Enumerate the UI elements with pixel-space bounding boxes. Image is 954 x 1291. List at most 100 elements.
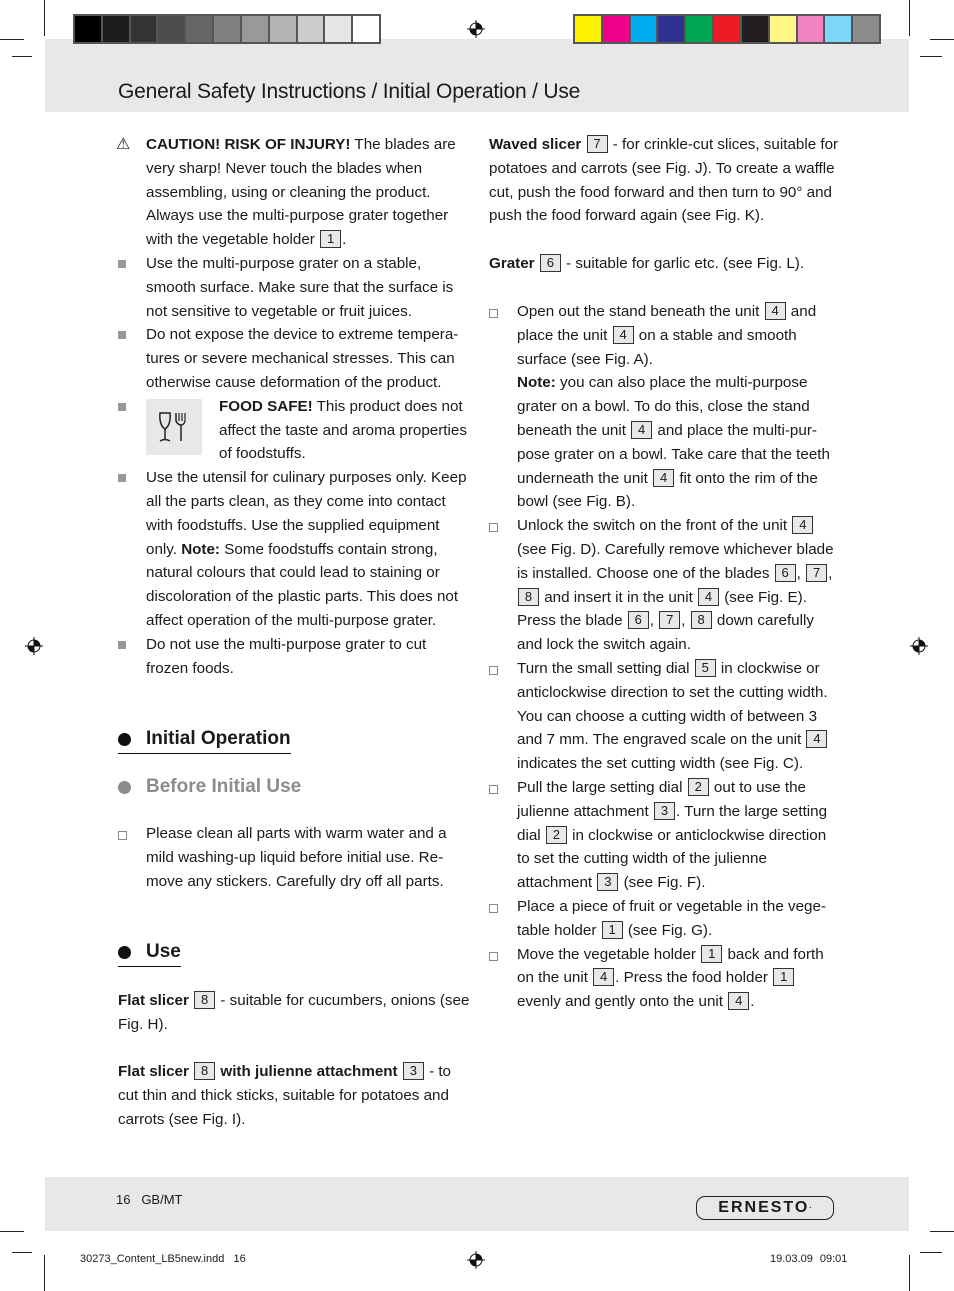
caution-item: ⚠ CAUTION! RISK OF INJURY! The blades ar… [116,133,470,252]
text-run: Flat slicer [118,1063,189,1081]
text-run: Unlock the switch on the front of the un… [517,517,792,535]
food-safe-item: FOOD SAFE! This product does not affect … [118,395,470,466]
checkbox-bullet-icon [489,308,498,318]
bullet-dot-icon [118,781,131,795]
warning-triangle-icon: ⚠ [116,136,131,153]
part-ref: 4 [612,325,634,344]
step-item: Pull the large setting dial 2 out to use… [489,776,841,895]
text-run: Pull the large setting dial [517,778,687,796]
grater-paragraph: Grater 6 - suitable for garlic etc. (see… [489,252,841,276]
text-run: Do not expose the device to extreme temp… [146,326,459,391]
part-ref: 1 [773,968,795,987]
section-heading-before-initial-use: Before Initial Use [118,774,301,800]
grayscale-calibration-bar [73,14,381,44]
part-ref: 6 [774,563,796,582]
text-run: Please clean all parts with warm water a… [146,825,447,890]
color-swatch [241,16,268,42]
text-run: Turn the small setting dial [517,659,694,677]
crop-mark [930,1231,954,1232]
crop-mark [44,1255,45,1291]
text-run: , [828,564,833,582]
checkbox-bullet-icon [118,831,127,841]
text-run: evenly and gently onto the unit [517,993,728,1011]
part-ref: 5 [694,658,716,677]
color-swatch [602,16,629,42]
color-calibration-bar [573,14,881,44]
step-item: Unlock the switch on the front of the un… [489,514,841,657]
text-run: , [681,612,690,630]
square-bullet-icon [118,474,126,483]
checkbox-bullet-icon [489,665,498,675]
text-run: Waved slicer [489,136,582,153]
part-ref: 4 [698,587,720,606]
crop-mark [920,56,942,57]
crop-mark [12,1252,32,1253]
waved-slicer-paragraph: Waved slicer 7 - for crinkle-cut slices,… [489,133,841,228]
text-run: , [649,612,659,630]
color-swatch [186,16,213,42]
slug-datetime: 19.03.09 09:01 [770,1253,848,1265]
text-run: Move the vegetable holder [517,945,701,963]
text-run: , [796,564,806,582]
text-run: Open out the stand beneath the unit [517,302,764,320]
part-ref: 1 [601,920,623,939]
food-safe-title: FOOD SAFE! [219,397,313,415]
text-run: (see Fig. F). [619,874,706,892]
brand-logo: ERNESTO · [696,1196,834,1220]
part-ref: 7 [659,611,681,630]
color-swatch [297,16,324,42]
text-run: . [342,231,347,249]
registration-mark-icon [467,1251,485,1269]
color-swatch [686,16,713,42]
text-run: (see Fig. G). [623,921,713,939]
color-swatch [825,16,852,42]
text-run: . Press the food holder [615,969,773,987]
caution-title: CAUTION! RISK OF INJURY! [146,136,351,153]
crop-mark [12,56,32,57]
part-ref: 4 [792,516,814,535]
part-ref: 1 [701,944,723,963]
slug-file-info: 30273_Content_LB5new.indd 16 [80,1253,246,1265]
crop-mark [0,39,24,40]
part-ref: 4 [764,301,786,320]
part-ref: 4 [728,992,750,1011]
text-run: Grater [489,255,535,273]
color-swatch [853,16,879,42]
crop-mark [920,1252,942,1253]
step-item: Move the vegetable holder 1 back and for… [489,943,841,1014]
color-swatch [353,16,379,42]
part-ref: 1 [320,230,342,249]
part-ref: 2 [545,825,567,844]
registration-mark-icon [910,637,928,655]
section-heading-initial-operation: Initial Operation [118,726,291,755]
color-swatch [75,16,101,42]
checkbox-bullet-icon [489,784,498,794]
part-ref: 3 [653,801,675,820]
color-swatch [741,16,768,42]
color-swatch [130,16,157,42]
text-run: with julienne attachment [220,1063,398,1081]
part-ref: 7 [586,135,608,153]
step-item: Open out the stand beneath the unit 4 an… [489,300,841,514]
page-footer-label: 16 GB/MT [116,1192,182,1207]
color-swatch [102,16,129,42]
color-swatch [158,16,185,42]
text-run: Initial Operation [146,728,291,750]
text-run: - suitable for garlic etc. (see Fig. L). [561,255,805,273]
crop-mark [909,0,910,36]
square-bullet-icon [118,640,126,649]
part-ref: 7 [806,563,828,582]
bullet-dot-icon [118,733,131,747]
text-run: Use [146,940,181,962]
section-heading-use: Use [118,939,181,967]
step-item: Place a piece of fruit or vegetable in t… [489,895,841,943]
text-run: Note: [517,374,556,392]
part-ref: 4 [806,730,828,749]
text-run: Flat slicer [118,991,189,1009]
part-ref: 4 [593,968,615,987]
color-swatch [714,16,740,42]
list-item: Use the utensil for culinary purposes on… [118,466,470,633]
page-number: 16 [116,1192,131,1207]
text-run: and insert it in the unit [540,588,698,606]
part-ref: 8 [194,990,216,1009]
